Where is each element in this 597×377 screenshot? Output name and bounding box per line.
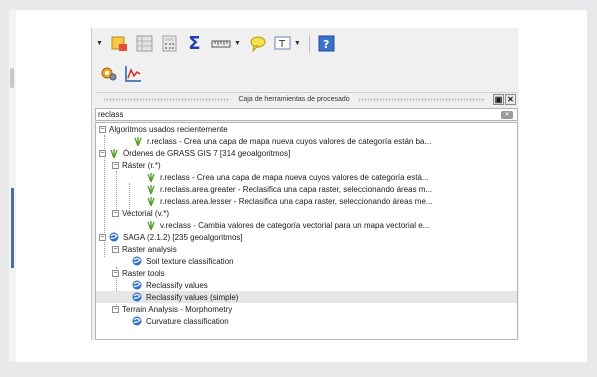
grass-icon: [146, 172, 156, 182]
tree-group-grass[interactable]: − Órdenes de GRASS GIS 7 [314 geoalgorit…: [99, 147, 290, 159]
collapse-toggle[interactable]: −: [112, 305, 119, 313]
tree-subgroup-label: Raster tools: [122, 268, 165, 278]
measure-ruler-icon[interactable]: [211, 35, 231, 52]
tree-item-reclassify-values[interactable]: Reclassify values: [132, 279, 208, 291]
svg-text:?: ?: [323, 38, 329, 51]
qgis-window: ▼ Σ ▼ T ▼ ? Caja de herramientas de proc…: [91, 28, 519, 340]
main-toolbar: ▼ Σ ▼ T ▼ ?: [92, 28, 520, 59]
tree-item-label: r.reclass - Crea una capa de mapa nueva …: [147, 136, 432, 146]
saga-icon: [132, 316, 142, 326]
plugin-gear-icon[interactable]: [100, 65, 117, 82]
statistics-sum-icon[interactable]: Σ: [186, 33, 203, 54]
close-panel-button[interactable]: ✕: [505, 94, 517, 105]
tree-subgroup-raster-analysis[interactable]: − Raster analysis: [112, 243, 177, 255]
toolbar-separator: [308, 34, 310, 53]
tree-item-soil-texture[interactable]: Soil texture classification: [132, 255, 234, 267]
tree-group-label: Algoritmos usados recientemente: [109, 124, 228, 134]
svg-text:T: T: [278, 39, 286, 50]
secondary-toolbar: [92, 59, 520, 87]
help-icon[interactable]: ?: [318, 35, 335, 52]
search-input[interactable]: [98, 110, 501, 119]
tree-item-label: r.reclass.area.lesser - Reclasifica una …: [160, 196, 433, 206]
saga-icon: [132, 292, 142, 302]
collapse-toggle[interactable]: −: [99, 233, 106, 241]
saga-icon: [109, 232, 119, 242]
tree-item-curvature-classification[interactable]: Curvature classification: [132, 315, 229, 327]
edge-handle: [10, 68, 14, 88]
tree-group-saga[interactable]: − SAGA (2.1.2) [235 geoalgoritmos]: [99, 231, 243, 243]
collapse-toggle[interactable]: −: [112, 245, 119, 253]
sum-symbol: Σ: [188, 33, 201, 54]
titlebar-grip-right: [357, 97, 486, 102]
tree-subgroup-label: Ráster (r.*): [122, 160, 161, 170]
grass-icon: [146, 220, 156, 230]
annotation-balloon-icon[interactable]: [249, 35, 266, 52]
graph-line-icon[interactable]: [125, 65, 142, 82]
tree-subgroup-label: Raster analysis: [122, 244, 177, 254]
saga-icon: [132, 256, 142, 266]
tree-subgroup-raster[interactable]: − Ráster (r.*): [112, 159, 161, 171]
float-panel-button[interactable]: ▣: [493, 94, 505, 105]
algorithm-tree: − Algoritmos usados recientemente r.recl…: [95, 122, 518, 340]
clear-search-icon[interactable]: ✕: [501, 110, 513, 119]
tree-subgroup-vectorial[interactable]: − Vectorial (v.*): [112, 207, 169, 219]
edge-highlight: [11, 188, 14, 268]
titlebar-grip-left: [103, 97, 231, 102]
grass-icon: [109, 148, 119, 158]
toolbar-overflow-arrow[interactable]: ▼: [96, 40, 103, 47]
tree-subgroup-raster-tools[interactable]: − Raster tools: [112, 267, 165, 279]
text-dropdown-arrow[interactable]: ▼: [294, 40, 301, 47]
saga-icon: [132, 280, 142, 290]
new-layer-icon[interactable]: [111, 35, 128, 52]
tree-subgroup-terrain-analysis[interactable]: − Terrain Analysis - Morphometry: [112, 303, 232, 315]
collapse-toggle[interactable]: −: [99, 125, 106, 133]
tree-item-label: Curvature classification: [146, 316, 229, 326]
tree-item-r-reclass-area-lesser[interactable]: r.reclass.area.lesser - Reclasifica una …: [146, 195, 433, 207]
measure-dropdown-arrow[interactable]: ▼: [234, 40, 241, 47]
grass-icon: [146, 184, 156, 194]
tree-group-recent[interactable]: − Algoritmos usados recientemente: [99, 123, 228, 135]
tree-item-label: v.reclass - Cambia valores de categoría …: [160, 220, 430, 230]
tree-item-label: Reclassify values (simple): [146, 292, 239, 302]
tree-item-r-reclass[interactable]: r.reclass - Crea una capa de mapa nueva …: [146, 171, 429, 183]
calculator-icon[interactable]: [161, 35, 178, 52]
tree-item-label: r.reclass - Crea una capa de mapa nueva …: [160, 172, 429, 182]
tree-group-label: SAGA (2.1.2) [235 geoalgoritmos]: [123, 232, 243, 242]
tree-subgroup-label: Vectorial (v.*): [122, 208, 169, 218]
collapse-toggle[interactable]: −: [112, 209, 119, 217]
grass-icon: [133, 136, 143, 146]
panel-title: Caja de herramientas de procesado: [238, 96, 350, 103]
tree-item-label: Soil texture classification: [146, 256, 234, 266]
tree-item-reclassify-values-simple[interactable]: Reclassify values (simple): [96, 291, 517, 303]
processing-toolbox-titlebar: Caja de herramientas de procesado ▣ ✕: [95, 92, 518, 106]
tree-item-v-reclass[interactable]: v.reclass - Cambia valores de categoría …: [146, 219, 429, 231]
tree-subgroup-label: Terrain Analysis - Morphometry: [122, 304, 233, 314]
tree-item-label: Reclassify values: [146, 280, 208, 290]
left-edge-strip: [9, 10, 16, 362]
grass-icon: [146, 196, 156, 206]
table-icon[interactable]: [136, 35, 153, 52]
collapse-toggle[interactable]: −: [112, 269, 119, 277]
tree-item-recent-r-reclass[interactable]: r.reclass - Crea una capa de mapa nueva …: [133, 135, 431, 147]
collapse-toggle[interactable]: −: [99, 149, 106, 157]
tree-group-label: Órdenes de GRASS GIS 7 [314 geoalgoritmo…: [123, 148, 291, 158]
collapse-toggle[interactable]: −: [112, 161, 119, 169]
tree-item-label: r.reclass.area.greater - Reclasifica una…: [160, 184, 433, 194]
tree-item-r-reclass-area-greater[interactable]: r.reclass.area.greater - Reclasifica una…: [146, 183, 432, 195]
search-box: ✕: [95, 108, 518, 121]
text-annotation-icon[interactable]: T: [274, 35, 291, 52]
screenshot-frame: ▼ Σ ▼ T ▼ ? Caja de herramientas de proc…: [9, 10, 587, 362]
